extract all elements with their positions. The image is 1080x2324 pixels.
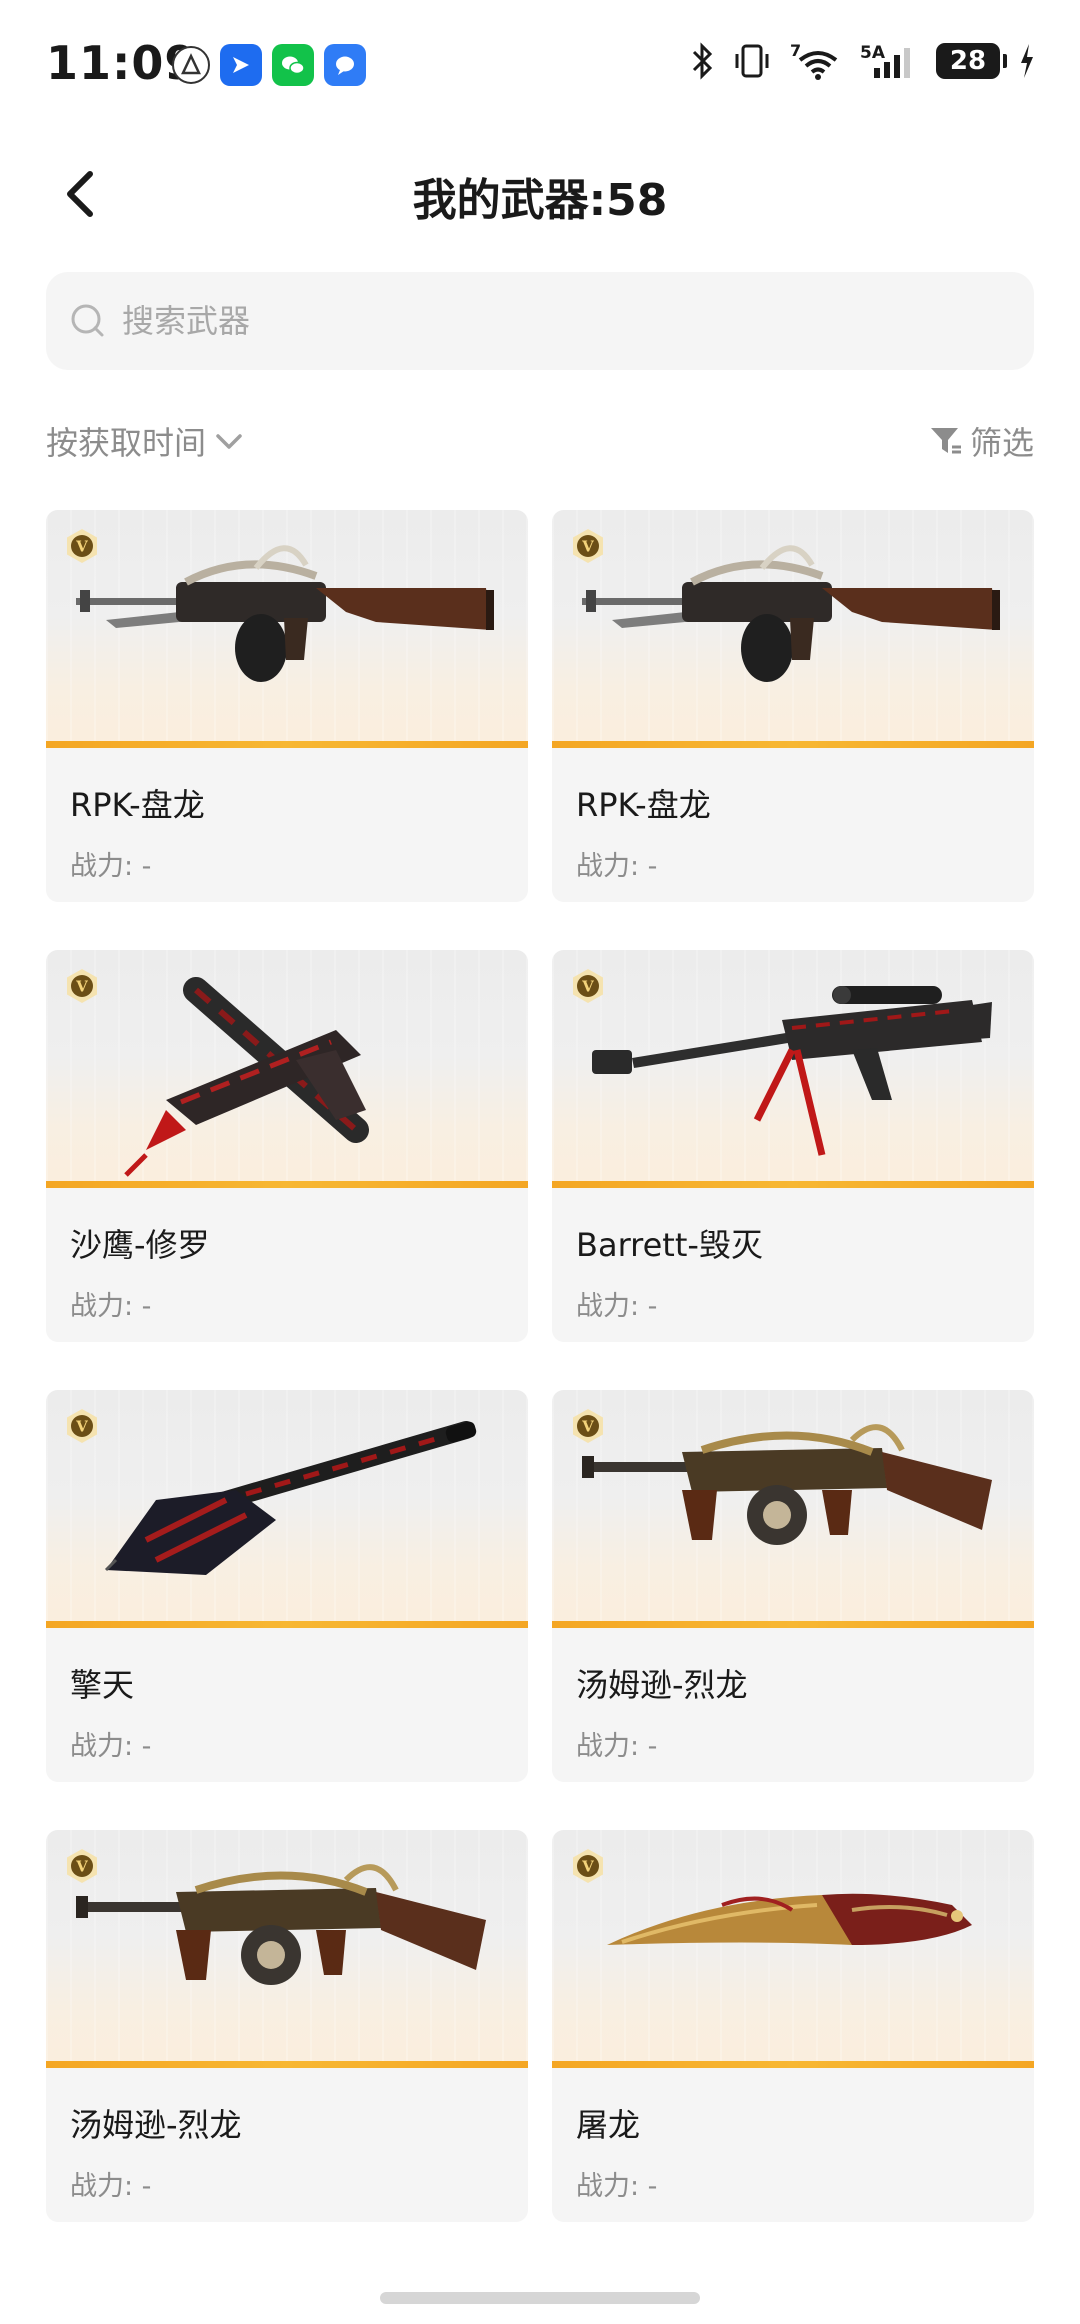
v-rank-badge-icon: V bbox=[573, 969, 603, 1003]
barrett-sniper-rifle-icon bbox=[592, 986, 992, 1156]
filter-icon bbox=[930, 428, 961, 454]
weapon-card[interactable]: V RPK-盘龙 战力: - bbox=[552, 510, 1034, 902]
v-rank-badge-icon: V bbox=[573, 1849, 603, 1883]
svg-text:V: V bbox=[75, 538, 88, 556]
weapon-power: 战力: - bbox=[576, 1731, 658, 1762]
shovel-melee-icon bbox=[104, 1421, 477, 1575]
weapon-power: 战力: - bbox=[576, 851, 658, 882]
cellular-signal-icon: 5A bbox=[860, 43, 910, 78]
search-bar[interactable] bbox=[46, 272, 1034, 370]
message-icon bbox=[324, 44, 366, 86]
thompson-smg-icon bbox=[76, 1864, 486, 1985]
weapon-power: 战力: - bbox=[70, 1291, 152, 1322]
vibrate-icon bbox=[735, 44, 769, 78]
bluetooth-icon bbox=[692, 42, 713, 80]
feishu-icon bbox=[220, 44, 262, 86]
weapon-image: V bbox=[552, 510, 1034, 748]
weapon-image: V bbox=[552, 1390, 1034, 1628]
weapon-power: 战力: - bbox=[576, 2171, 658, 2202]
svg-text:V: V bbox=[75, 1858, 88, 1876]
weapon-image: V bbox=[46, 1830, 528, 2068]
v-rank-badge-icon: V bbox=[573, 529, 603, 563]
battery-indicator: 28 bbox=[936, 43, 1007, 79]
charging-icon bbox=[1021, 44, 1033, 78]
dragon-blade-icon bbox=[607, 1893, 972, 1945]
search-input[interactable] bbox=[122, 302, 982, 340]
weapon-power: 战力: - bbox=[70, 2171, 152, 2202]
rpk-machine-gun-icon bbox=[76, 545, 494, 682]
weapon-power: 战力: - bbox=[70, 1731, 152, 1762]
svg-text:V: V bbox=[581, 1418, 594, 1436]
status-bar: 11:09 7 5A 28 bbox=[0, 0, 1080, 130]
v-rank-badge-icon: V bbox=[67, 1849, 97, 1883]
sort-label: 按获取时间 bbox=[46, 424, 207, 462]
weapon-grid: V RPK-盘龙 战力: - V RPK-盘龙 战力: - V 沙鹰-修罗 战力… bbox=[46, 510, 1034, 2222]
wifi-icon: 7 bbox=[790, 42, 838, 80]
weapon-image: V bbox=[552, 1830, 1034, 2068]
weapon-card[interactable]: V 屠龙 战力: - bbox=[552, 1830, 1034, 2222]
weapon-image: V bbox=[46, 950, 528, 1188]
weapon-image: V bbox=[552, 950, 1034, 1188]
home-indicator[interactable] bbox=[380, 2292, 700, 2304]
weapon-card[interactable]: V Barrett-毁灭 战力: - bbox=[552, 950, 1034, 1342]
weapon-card[interactable]: V RPK-盘龙 战力: - bbox=[46, 510, 528, 902]
weapon-card[interactable]: V 汤姆逊-烈龙 战力: - bbox=[552, 1390, 1034, 1782]
svg-text:5A: 5A bbox=[860, 43, 886, 63]
chevron-down-icon bbox=[216, 434, 242, 449]
v-rank-badge-icon: V bbox=[67, 1409, 97, 1443]
weapon-card[interactable]: V 擎天 战力: - bbox=[46, 1390, 528, 1782]
weapon-name: 屠龙 bbox=[576, 2106, 641, 2144]
notification-icons bbox=[172, 44, 366, 86]
svg-text:V: V bbox=[581, 538, 594, 556]
v-rank-badge-icon: V bbox=[67, 969, 97, 1003]
weapon-power: 战力: - bbox=[70, 851, 152, 882]
header: 我的武器:58 bbox=[0, 140, 1080, 250]
weapon-name: 擎天 bbox=[70, 1666, 135, 1704]
svg-text:V: V bbox=[75, 1418, 88, 1436]
weapon-power: 战力: - bbox=[576, 1291, 658, 1322]
svg-text:V: V bbox=[75, 978, 88, 996]
weapon-image: V bbox=[46, 510, 528, 748]
v-rank-badge-icon: V bbox=[573, 1409, 603, 1443]
sort-dropdown[interactable]: 按获取时间 bbox=[46, 418, 246, 464]
rpk-machine-gun-icon bbox=[582, 545, 1000, 682]
weapon-name: 汤姆逊-烈龙 bbox=[70, 2106, 242, 2144]
system-icons: 7 5A 28 bbox=[690, 42, 1036, 80]
filter-label: 筛选 bbox=[969, 424, 1034, 462]
weapon-card[interactable]: V 沙鹰-修罗 战力: - bbox=[46, 950, 528, 1342]
weapon-card[interactable]: V 汤姆逊-烈龙 战力: - bbox=[46, 1830, 528, 2222]
svg-text:V: V bbox=[581, 1858, 594, 1876]
weapon-name: RPK-盘龙 bbox=[576, 786, 711, 824]
desert-eagle-pistol-icon bbox=[124, 977, 369, 1177]
svg-text:V: V bbox=[581, 978, 594, 996]
page-title: 我的武器:58 bbox=[412, 175, 668, 226]
filter-button[interactable]: 筛选 bbox=[928, 418, 1034, 464]
weapon-name: 汤姆逊-烈龙 bbox=[576, 1666, 748, 1704]
weapon-image: V bbox=[46, 1390, 528, 1628]
weapon-name: RPK-盘龙 bbox=[70, 786, 205, 824]
search-icon bbox=[71, 304, 104, 337]
thompson-smg-icon bbox=[582, 1424, 992, 1545]
sort-filter-toolbar: 按获取时间 筛选 bbox=[46, 418, 1034, 468]
weapon-name: 沙鹰-修罗 bbox=[70, 1226, 210, 1264]
wechat-icon bbox=[272, 44, 314, 86]
app-notification-icon bbox=[172, 46, 210, 84]
svg-text:7: 7 bbox=[790, 42, 801, 60]
weapon-name: Barrett-毁灭 bbox=[576, 1226, 763, 1264]
v-rank-badge-icon: V bbox=[67, 529, 97, 563]
